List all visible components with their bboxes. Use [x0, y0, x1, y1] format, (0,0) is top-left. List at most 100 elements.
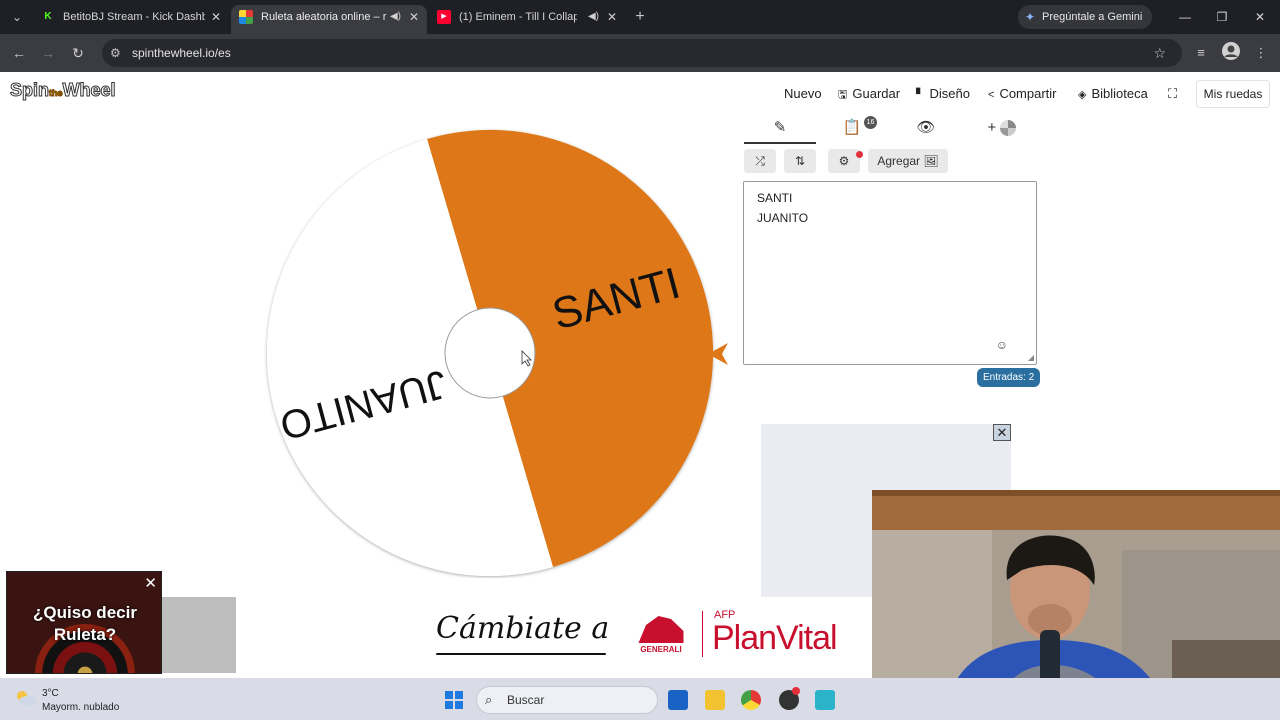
generali-lion-icon: [638, 616, 684, 643]
generali-logo: GENERALI: [634, 613, 688, 657]
microsoft-store-icon[interactable]: [668, 690, 688, 710]
notepad-icon[interactable]: [815, 690, 835, 710]
nav-diseno-label: Diseño: [929, 86, 970, 101]
settings-notification-dot: [856, 151, 863, 158]
restore-icon[interactable]: ❐: [1207, 6, 1237, 28]
close-window-icon[interactable]: ✕: [1245, 6, 1275, 28]
close-tab-icon[interactable]: ✕: [607, 5, 617, 29]
back-arrow-icon[interactable]: ←: [8, 42, 30, 64]
tab-search-chevron-icon[interactable]: ⌄: [6, 6, 28, 28]
grey-ad-area: [162, 597, 236, 673]
gemini-button[interactable]: ✦ Pregúntale a Gemini: [1018, 5, 1152, 29]
audio-icon[interactable]: ◀): [390, 5, 401, 29]
site-logo[interactable]: SpintheWheel: [10, 80, 117, 101]
chrome-icon[interactable]: [741, 690, 761, 710]
panel-tabs: ✎ 📋 16 👁 +: [744, 116, 1036, 144]
shuffle-button[interactable]: ⤮: [744, 149, 776, 173]
tab-title: (1) Eminem - Till I Collapse: [459, 11, 577, 23]
bookmark-star-icon[interactable]: ☆: [1153, 39, 1166, 67]
mis-ruedas-button[interactable]: Mis ruedas: [1196, 80, 1270, 108]
temperature: 3°C: [42, 688, 59, 699]
address-bar[interactable]: ⚙ spinthewheel.io/es ☆: [102, 39, 1182, 67]
gemini-sparkle-icon: ✦: [1025, 10, 1036, 24]
tab-title: Ruleta aleatoria online – ru: [261, 11, 387, 23]
close-tab-icon[interactable]: ✕: [409, 5, 419, 29]
weather-widget[interactable]: 3°C Mayorm. nublado: [14, 686, 134, 714]
taskbar-search[interactable]: ⌕ Buscar: [476, 686, 658, 714]
mini-wheel-icon: [1000, 120, 1017, 137]
entry-line: SANTI: [757, 191, 793, 205]
new-tab-plus-icon[interactable]: +: [629, 6, 651, 28]
share-icon: <: [988, 89, 995, 101]
close-tab-icon[interactable]: ✕: [211, 5, 221, 29]
reload-icon[interactable]: ↻: [67, 42, 89, 64]
sort-button[interactable]: ⇅: [784, 149, 816, 173]
minimize-icon[interactable]: —: [1170, 6, 1200, 28]
browser-tab-spinthewheel[interactable]: Ruleta aleatoria online – ru ◀) ✕: [231, 5, 427, 34]
ad-slogan: Cámbiate a: [436, 611, 610, 646]
nav-diseno[interactable]: ▘ Diseño: [916, 86, 970, 101]
tab-title: BetitoBJ Stream - Kick Dashboa: [63, 11, 205, 23]
ad-divider: [702, 611, 703, 657]
audio-icon[interactable]: ◀): [588, 5, 599, 29]
file-explorer-icon[interactable]: [705, 690, 725, 710]
generali-text: GENERALI: [640, 645, 682, 654]
notification-dot: [792, 687, 800, 695]
browser-tab-strip: ⌄ K BetitoBJ Stream - Kick Dashboa ✕ Rul…: [0, 0, 1280, 34]
spin-wheel[interactable]: SANTI JUANITO: [264, 128, 716, 578]
youtube-icon: ▶: [437, 10, 451, 24]
search-label: Buscar: [507, 693, 545, 707]
nav-guardar-label: Guardar: [852, 86, 901, 101]
roulette-overlay-ad[interactable]: ¿Quiso decir Ruleta? ✕: [6, 571, 162, 674]
windows-taskbar: 3°C Mayorm. nublado ⌕ Buscar: [0, 678, 1280, 720]
results-count-badge: 16: [864, 116, 877, 129]
nav-biblioteca[interactable]: ◈ Biblioteca: [1078, 86, 1148, 101]
logo-spin: Spin: [10, 80, 50, 101]
tab-results-clipboard-icon[interactable]: 📋: [816, 116, 888, 144]
add-button-label: Agregar: [877, 154, 921, 168]
nav-guardar[interactable]: 🖫 Guardar: [838, 86, 900, 105]
windows-start-icon[interactable]: [445, 691, 463, 709]
nav-compartir-label: Compartir: [999, 86, 1057, 101]
tab-add-wheel-icon[interactable]: +: [972, 116, 1032, 144]
screen: ⌄ K BetitoBJ Stream - Kick Dashboa ✕ Rul…: [0, 0, 1280, 720]
url-text[interactable]: spinthewheel.io/es: [132, 39, 231, 67]
planvital-text: PlanVital: [712, 619, 838, 657]
close-ad-icon[interactable]: ✕: [993, 424, 1011, 441]
entries-count-badge: Entradas: 2: [977, 368, 1041, 387]
close-overlay-icon[interactable]: ✕: [144, 574, 157, 592]
add-image-button[interactable]: Agregar 🖼: [868, 149, 948, 173]
search-icon: ⌕: [485, 692, 493, 707]
nav-nuevo-label: Nuevo: [784, 86, 822, 101]
nav-biblioteca-label: Biblioteca: [1091, 86, 1148, 101]
logo-wheel: Wheel: [62, 80, 116, 101]
entry-line: JUANITO: [757, 211, 809, 225]
fullscreen-icon[interactable]: ⛶: [1168, 86, 1177, 102]
nav-nuevo[interactable]: Nuevo: [784, 86, 822, 101]
site-info-icon[interactable]: ⚙: [110, 39, 121, 67]
wheel-pointer-icon: [708, 343, 728, 365]
planvital-ad-banner[interactable]: Cámbiate a GENERALI AFP PlanVital: [236, 597, 872, 673]
resize-grip-icon[interactable]: ◢: [1028, 353, 1034, 362]
ad-underline: [436, 653, 606, 655]
paint-roller-icon: ▘: [916, 89, 925, 101]
browser-menu-icon[interactable]: ⋮: [1250, 42, 1272, 64]
forward-arrow-icon[interactable]: →: [37, 42, 59, 64]
kick-icon: K: [41, 10, 55, 24]
image-icon: 🖼: [923, 154, 939, 168]
reading-list-icon[interactable]: ≡: [1190, 42, 1212, 64]
spinthewheel-icon: [239, 10, 253, 24]
wheel-center-hub[interactable]: [444, 307, 536, 399]
browser-tab-kick[interactable]: K BetitoBJ Stream - Kick Dashboa ✕: [33, 5, 229, 34]
browser-toolbar: ← → ↻ ⚙ spinthewheel.io/es ☆ ≡ ⋮: [0, 34, 1280, 72]
entries-textarea[interactable]: SANTI JUANITO ☺ ◢: [743, 181, 1037, 365]
tab-edit-pencil-icon[interactable]: ✎: [744, 116, 816, 144]
logo-the: the: [49, 88, 63, 99]
nav-compartir[interactable]: < Compartir: [988, 86, 1057, 101]
tab-hidden-eye-icon[interactable]: 👁: [890, 116, 962, 144]
save-icon: 🖫: [838, 89, 848, 101]
emoji-icon[interactable]: ☺: [996, 338, 1008, 352]
browser-tab-youtube[interactable]: ▶ (1) Eminem - Till I Collapse ◀) ✕: [429, 5, 625, 34]
profile-avatar[interactable]: [1220, 42, 1242, 64]
cloud-sun-icon: [17, 691, 37, 706]
